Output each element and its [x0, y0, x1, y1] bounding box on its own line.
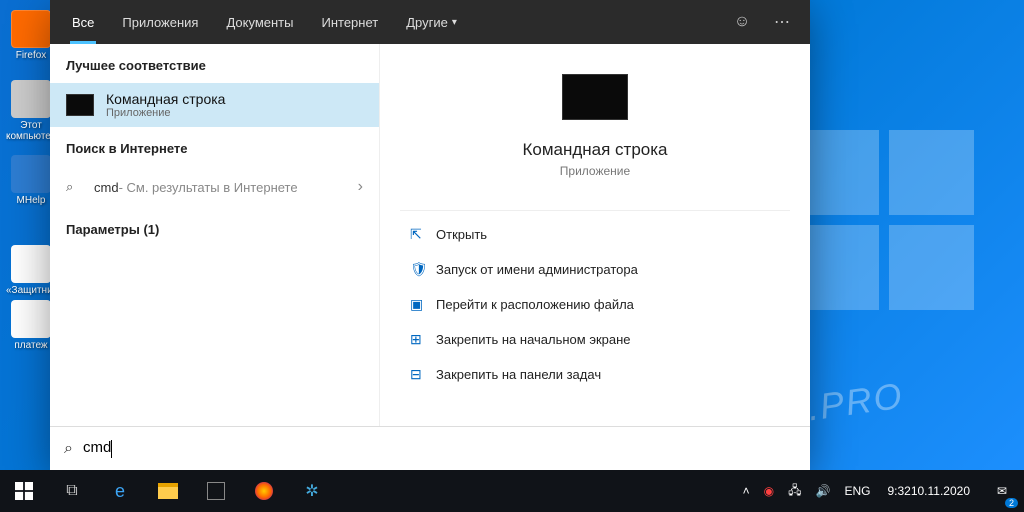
open-icon: ⇱: [410, 226, 436, 243]
more-options-icon[interactable]: ⋯: [762, 0, 802, 44]
results-column: Лучшее соответствие Командная строка При…: [50, 44, 380, 426]
folder-location-icon: ▣: [410, 296, 436, 313]
notification-icon: ✉: [997, 484, 1007, 498]
taskbar-edge[interactable]: e: [96, 470, 144, 512]
tray-time: 9:32: [887, 484, 910, 498]
web-query: cmd: [94, 180, 119, 195]
desktop-icon-payment[interactable]: платеж: [6, 300, 56, 351]
action-open[interactable]: ⇱Открыть: [400, 217, 790, 252]
taskbar-app[interactable]: ✲: [288, 470, 336, 512]
tray-volume-icon[interactable]: 🔊: [809, 470, 838, 512]
taskbar-store[interactable]: [192, 470, 240, 512]
best-match-title: Командная строка: [106, 91, 225, 107]
action-open-file-location[interactable]: ▣Перейти к расположению файла: [400, 287, 790, 322]
tab-apps[interactable]: Приложения: [108, 0, 212, 44]
shield-icon: 🛡: [410, 261, 436, 278]
desktop-icon-firefox[interactable]: Firefox: [6, 10, 56, 61]
tab-web[interactable]: Интернет: [307, 0, 392, 44]
section-web-search: Поиск в Интернете: [50, 127, 379, 166]
tray-date: 10.11.2020: [911, 484, 970, 498]
best-match-subtitle: Приложение: [106, 107, 225, 119]
system-tray: ˄ ◉ 🖧 🔊 ENG 9:32 10.11.2020 ✉ 2: [736, 470, 1024, 512]
windows-logo-wallpaper: [794, 130, 974, 310]
preview-subtitle: Приложение: [380, 164, 810, 178]
taskbar: ⧉ e ✲ ˄ ◉ 🖧 🔊 ENG 9:32 10.11.2020 ✉ 2: [0, 470, 1024, 512]
notification-badge: 2: [1005, 498, 1018, 508]
search-input[interactable]: cmd: [83, 439, 112, 457]
tab-documents[interactable]: Документы: [212, 0, 307, 44]
desktop-icon-defender[interactable]: «Защитник»: [6, 245, 56, 296]
tray-language[interactable]: ENG: [837, 470, 877, 512]
pin-start-icon: ⊞: [410, 331, 436, 348]
desktop-icon-mhelp[interactable]: MHelp: [6, 155, 56, 206]
preview-app-icon: [562, 74, 628, 120]
taskbar-explorer[interactable]: [144, 470, 192, 512]
tab-more[interactable]: Другие▾: [392, 0, 471, 44]
start-search-panel: Все Приложения Документы Интернет Другие…: [50, 0, 810, 470]
section-settings[interactable]: Параметры (1): [50, 208, 379, 247]
section-best-match: Лучшее соответствие: [50, 44, 379, 83]
preview-column: Командная строка Приложение ⇱Открыть 🛡За…: [380, 44, 810, 426]
tray-security-icon[interactable]: ◉: [757, 470, 781, 512]
search-icon: ⌕: [66, 179, 84, 195]
tray-chevron-up-icon[interactable]: ˄: [736, 470, 757, 512]
web-hint: - См. результаты в Интернете: [119, 180, 298, 195]
chevron-right-icon: ›: [358, 178, 363, 196]
tab-all[interactable]: Все: [58, 0, 108, 44]
result-best-match[interactable]: Командная строка Приложение: [50, 83, 379, 127]
cmd-thumb-icon: [66, 94, 94, 116]
search-filter-tabs: Все Приложения Документы Интернет Другие…: [50, 0, 810, 44]
tray-action-center[interactable]: ✉ 2: [980, 470, 1024, 512]
task-view-button[interactable]: ⧉: [48, 470, 96, 512]
search-input-row[interactable]: ⌕ cmd: [50, 426, 810, 470]
start-button[interactable]: [0, 470, 48, 512]
desktop-icon-this-pc[interactable]: Этот компьютер: [6, 80, 56, 142]
preview-title: Командная строка: [380, 140, 810, 160]
result-web-search[interactable]: ⌕ cmd - См. результаты в Интернете ›: [50, 166, 379, 208]
search-icon: ⌕: [64, 440, 73, 458]
action-pin-to-start[interactable]: ⊞Закрепить на начальном экране: [400, 322, 790, 357]
action-pin-to-taskbar[interactable]: ⊟Закрепить на панели задач: [400, 357, 790, 392]
pin-taskbar-icon: ⊟: [410, 366, 436, 383]
taskbar-firefox[interactable]: [240, 470, 288, 512]
tray-network-icon[interactable]: 🖧: [781, 470, 808, 512]
feedback-icon[interactable]: ☺: [722, 0, 762, 44]
tray-clock[interactable]: 9:32 10.11.2020: [877, 470, 980, 512]
chevron-down-icon: ▾: [452, 17, 457, 28]
action-run-as-admin[interactable]: 🛡Запуск от имени администратора: [400, 252, 790, 287]
